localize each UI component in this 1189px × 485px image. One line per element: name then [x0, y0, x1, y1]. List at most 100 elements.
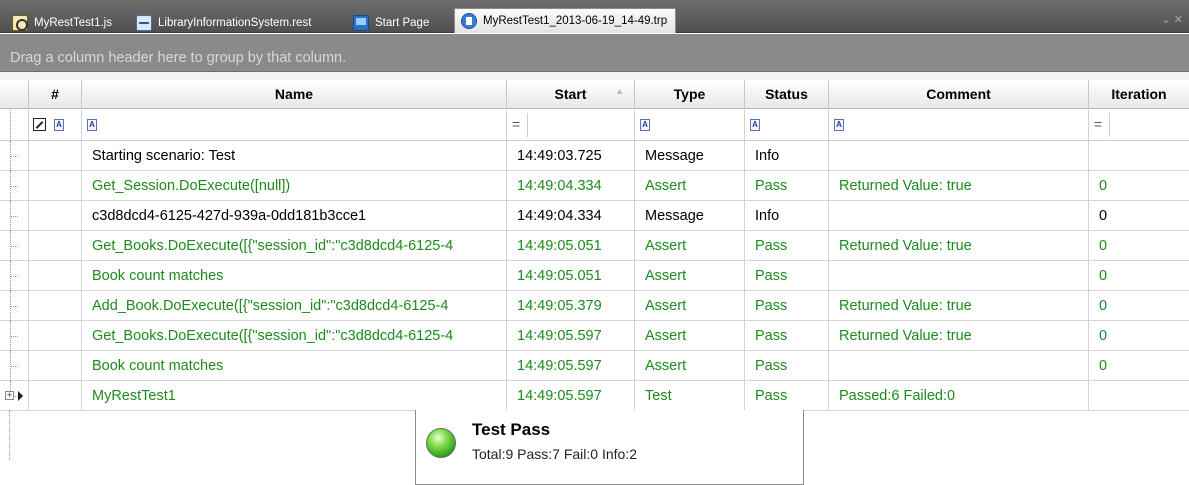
clear-filter-icon[interactable] — [33, 118, 46, 131]
cell-status[interactable]: Pass — [745, 291, 829, 321]
filter-cell-number[interactable]: A — [29, 110, 82, 141]
cell-number[interactable] — [29, 381, 82, 411]
cell-type[interactable]: Assert — [635, 171, 745, 201]
cell-name[interactable]: Book count matches — [82, 261, 507, 291]
row-indicator[interactable] — [0, 231, 29, 261]
cell-comment[interactable]: Returned Value: true — [829, 171, 1089, 201]
cell-name[interactable]: c3d8dcd4-6125-427d-939a-0dd181b3cce1 — [82, 201, 507, 231]
cell-start[interactable]: 14:49:03.725 — [507, 141, 635, 171]
cell-name[interactable]: Book count matches — [82, 351, 507, 381]
cell-comment[interactable]: Returned Value: true — [829, 321, 1089, 351]
filter-cell-name[interactable]: A — [82, 110, 507, 141]
cell-type[interactable]: Assert — [635, 261, 745, 291]
cell-name[interactable]: Get_Session.DoExecute([null]) — [82, 171, 507, 201]
row-indicator[interactable] — [0, 321, 29, 351]
cell-status[interactable]: Info — [745, 201, 829, 231]
cell-type[interactable]: Assert — [635, 321, 745, 351]
column-header-start[interactable]: Start ▲ — [507, 80, 635, 109]
close-icon[interactable]: ⌄ ✕ — [1162, 13, 1184, 26]
equals-filter-operator[interactable]: = — [1094, 116, 1102, 132]
cell-name[interactable]: Get_Books.DoExecute([{"session_id":"c3d8… — [82, 321, 507, 351]
text-filter-icon[interactable]: A — [750, 119, 760, 131]
tab-library-information-system-rest[interactable]: LibraryInformationSystem.rest — [132, 12, 315, 33]
row-indicator[interactable] — [0, 201, 29, 231]
cell-start[interactable]: 14:49:05.597 — [507, 351, 635, 381]
cell-start[interactable]: 14:49:04.334 — [507, 201, 635, 231]
cell-start[interactable]: 14:49:05.597 — [507, 381, 635, 411]
cell-iteration[interactable]: 0 — [1089, 321, 1189, 351]
group-by-panel[interactable]: Drag a column header here to group by th… — [0, 34, 1189, 72]
cell-iteration[interactable]: 0 — [1089, 201, 1189, 231]
filter-cell-status[interactable]: A — [745, 110, 829, 141]
cell-iteration[interactable]: 0 — [1089, 231, 1189, 261]
cell-iteration[interactable] — [1089, 381, 1189, 411]
cell-status[interactable]: Pass — [745, 261, 829, 291]
cell-comment[interactable] — [829, 351, 1089, 381]
column-header-status[interactable]: Status — [745, 80, 829, 109]
cell-type[interactable]: Assert — [635, 231, 745, 261]
filter-cell-iteration[interactable]: = — [1089, 110, 1189, 141]
cell-type[interactable]: Assert — [635, 291, 745, 321]
row-indicator[interactable] — [0, 261, 29, 291]
cell-number[interactable] — [29, 351, 82, 381]
row-indicator[interactable] — [0, 291, 29, 321]
cell-number[interactable] — [29, 141, 82, 171]
cell-number[interactable] — [29, 321, 82, 351]
cell-start[interactable]: 14:49:05.597 — [507, 321, 635, 351]
row-indicator[interactable] — [0, 171, 29, 201]
cell-start[interactable]: 14:49:05.051 — [507, 261, 635, 291]
cell-number[interactable] — [29, 201, 82, 231]
tab-myresttest1-js[interactable]: MyRestTest1.js — [8, 12, 116, 33]
cell-type[interactable]: Message — [635, 201, 745, 231]
row-indicator[interactable] — [0, 141, 29, 171]
cell-number[interactable] — [29, 291, 82, 321]
cell-comment[interactable] — [829, 201, 1089, 231]
cell-comment[interactable]: Passed:6 Failed:0 — [829, 381, 1089, 411]
expand-icon[interactable]: + — [5, 391, 14, 400]
cell-name[interactable]: Get_Books.DoExecute([{"session_id":"c3d8… — [82, 231, 507, 261]
cell-comment[interactable] — [829, 141, 1089, 171]
cell-name[interactable]: Starting scenario: Test — [82, 141, 507, 171]
text-filter-icon[interactable]: A — [54, 119, 64, 131]
cell-comment[interactable]: Returned Value: true — [829, 231, 1089, 261]
cell-number[interactable] — [29, 261, 82, 291]
cell-type[interactable]: Message — [635, 141, 745, 171]
cell-name[interactable]: MyRestTest1 — [82, 381, 507, 411]
cell-type[interactable]: Assert — [635, 351, 745, 381]
cell-status[interactable]: Info — [745, 141, 829, 171]
cell-status[interactable]: Pass — [745, 231, 829, 261]
cell-type[interactable]: Test — [635, 381, 745, 411]
cell-status[interactable]: Pass — [745, 171, 829, 201]
column-header-type[interactable]: Type — [635, 80, 745, 109]
row-indicator[interactable]: + — [0, 381, 29, 411]
filter-cell-comment[interactable]: A — [829, 110, 1089, 141]
cell-number[interactable] — [29, 171, 82, 201]
cell-comment[interactable] — [829, 261, 1089, 291]
cell-status[interactable]: Pass — [745, 321, 829, 351]
cell-iteration[interactable]: 0 — [1089, 261, 1189, 291]
text-filter-icon[interactable]: A — [87, 119, 97, 131]
text-filter-icon[interactable]: A — [640, 119, 650, 131]
cell-iteration[interactable]: 0 — [1089, 351, 1189, 381]
cell-start[interactable]: 14:49:05.051 — [507, 231, 635, 261]
cell-number[interactable] — [29, 231, 82, 261]
text-filter-icon[interactable]: A — [834, 119, 844, 131]
equals-filter-operator[interactable]: = — [512, 116, 520, 132]
tab-myresttest1-report[interactable]: MyRestTest1_2013-06-19_14-49.trp — [454, 8, 677, 33]
cell-status[interactable]: Pass — [745, 351, 829, 381]
column-header-number[interactable]: # — [29, 80, 82, 109]
column-header-name[interactable]: Name — [82, 80, 507, 109]
filter-cell-start[interactable]: = — [507, 110, 635, 141]
cell-comment[interactable]: Returned Value: true — [829, 291, 1089, 321]
row-indicator[interactable] — [0, 351, 29, 381]
cell-name[interactable]: Add_Book.DoExecute([{"session_id":"c3d8d… — [82, 291, 507, 321]
cell-start[interactable]: 14:49:05.379 — [507, 291, 635, 321]
cell-status[interactable]: Pass — [745, 381, 829, 411]
cell-iteration[interactable]: 0 — [1089, 171, 1189, 201]
cell-iteration[interactable] — [1089, 141, 1189, 171]
tab-start-page[interactable]: Start Page — [349, 12, 433, 33]
cell-start[interactable]: 14:49:04.334 — [507, 171, 635, 201]
filter-cell-type[interactable]: A — [635, 110, 745, 141]
column-header-iteration[interactable]: Iteration — [1089, 80, 1189, 109]
column-header-comment[interactable]: Comment — [829, 80, 1089, 109]
